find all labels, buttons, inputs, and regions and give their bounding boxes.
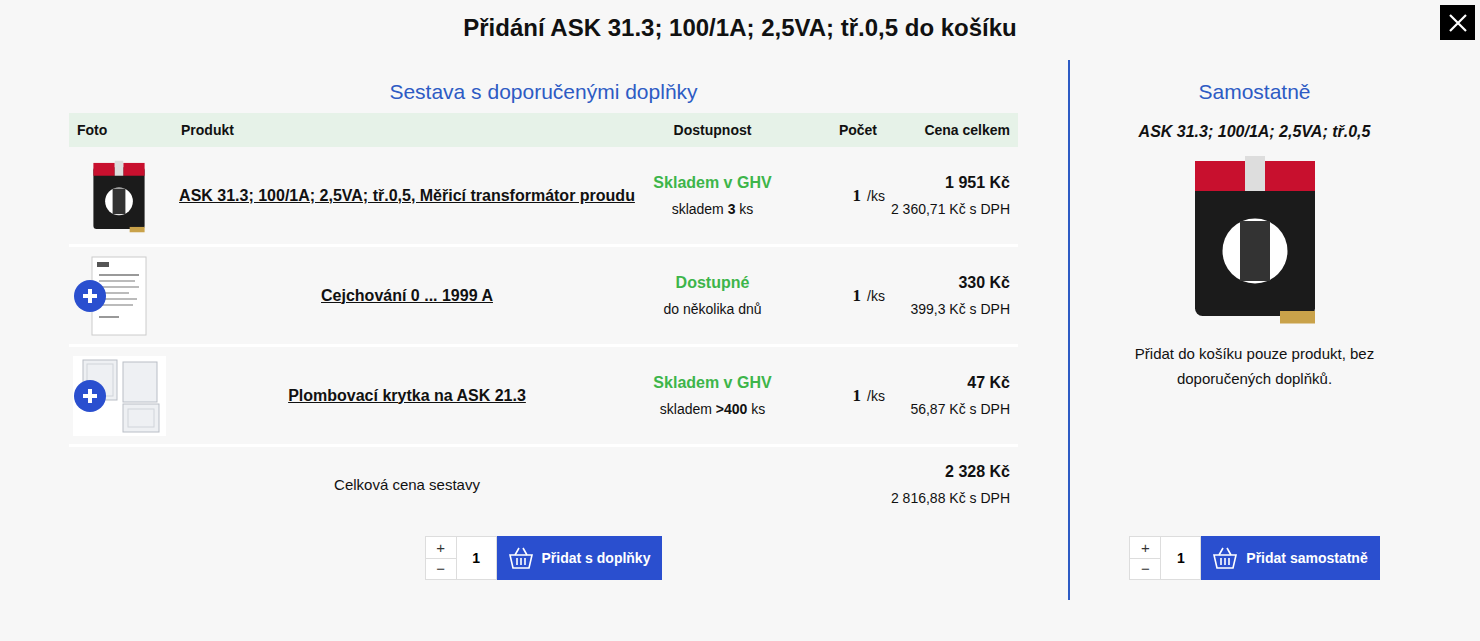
table-row: ASK 31.3; 100/1A; 2,5VA; tř.0,5, Měřicí …: [69, 147, 1018, 247]
availability-status: Skladem v GHV: [645, 170, 780, 196]
product-cell: ASK 31.3; 100/1A; 2,5VA; tř.0,5, Měřicí …: [169, 184, 645, 208]
table-header: FotoProduktDostupnostPočetCena celkem: [69, 113, 1018, 147]
count-unit: /ks: [867, 288, 885, 304]
total-price: 2 328 Kč: [645, 459, 1010, 485]
table-row: Plombovací krytka na ASK 21.3 Skladem v G…: [69, 347, 1018, 447]
price-cell: 47 Kč56,87 Kč s DPH: [885, 370, 1018, 422]
quantity-input[interactable]: [456, 536, 497, 580]
quantity-widget: +− Přidat samostatně: [1129, 536, 1379, 580]
count-unit: /ks: [867, 388, 885, 404]
count-cell: 1/ks: [780, 383, 885, 409]
add-single-label[interactable]: Přidat samostatně: [1246, 548, 1367, 569]
single-product-name: ASK 31.3; 100/1A; 2,5VA; tř.0,5: [1139, 120, 1371, 144]
stock-text: do několika dnů: [663, 301, 761, 317]
product-photo: [69, 147, 169, 244]
single-heading: Samostatně: [1198, 80, 1310, 104]
plus-icon[interactable]: [74, 280, 106, 312]
add-bundle-button[interactable]: Přidat s doplňky: [497, 536, 663, 580]
stock-info: do několika dnů: [645, 296, 780, 322]
basket-icon[interactable]: [509, 547, 533, 569]
plus-icon[interactable]: [74, 380, 106, 412]
quantity-steppers: +−: [425, 536, 456, 580]
count-cell: 1/ks: [780, 283, 885, 309]
add-bundle-label[interactable]: Přidat s doplňky: [542, 548, 651, 569]
column-header: Foto: [69, 120, 169, 141]
table-row: Cejchování 0 ... 1999 A Dostupné do několi…: [69, 247, 1018, 347]
product-photo: [69, 247, 169, 344]
total-price-vat: 2 816,88 Kč s DPH: [645, 485, 1010, 511]
column-header: Produkt: [169, 120, 645, 141]
add-single-button[interactable]: Přidat samostatně: [1201, 536, 1379, 580]
count-value: 1: [853, 386, 862, 405]
product-cell: Plombovací krytka na ASK 21.3: [169, 384, 645, 408]
stock-info: skladem 3 ks: [645, 196, 780, 222]
column-header: Cena celkem: [885, 120, 1018, 141]
availability-cell: Skladem v GHVskladem 3 ks: [645, 170, 780, 222]
price: 47 Kč: [885, 370, 1010, 396]
stock-text: skladem: [660, 401, 712, 417]
increase-button[interactable]: +: [426, 537, 456, 558]
single-panel: Samostatně ASK 31.3; 100/1A; 2,5VA; tř.0,…: [1068, 60, 1439, 600]
quantity-widget: +− Přidat s doplňky: [425, 536, 663, 580]
basket-icon[interactable]: [1213, 547, 1237, 569]
availability-status: Dostupné: [645, 270, 780, 296]
price: 1 951 Kč: [885, 170, 1010, 196]
add-bundle-actions: +− Přidat s doplňky: [69, 536, 1018, 580]
availability-status: Skladem v GHV: [645, 370, 780, 396]
availability-cell: Dostupné do několika dnů: [645, 270, 780, 322]
stock-info: skladem >400 ks: [645, 396, 780, 422]
column-header: Počet: [780, 120, 885, 141]
total-price-cell: 2 328 Kč2 816,88 Kč s DPH: [645, 459, 1018, 511]
stock-text: ks: [751, 401, 765, 417]
bundle-heading: Sestava s doporučenými doplňky: [69, 80, 1018, 104]
quantity-steppers: +−: [1129, 536, 1160, 580]
count-unit: /ks: [867, 188, 885, 204]
count-value: 1: [853, 186, 862, 205]
quantity-input[interactable]: [1160, 536, 1201, 580]
price-vat: 399,3 Kč s DPH: [885, 296, 1010, 322]
count-value: 1: [853, 286, 862, 305]
bundle-panel: Sestava s doporučenými doplňky FotoProduk…: [69, 60, 1018, 600]
price-cell: 330 Kč399,3 Kč s DPH: [885, 270, 1018, 322]
single-note: Přidat do košíku pouze produkt, bez dopo…: [1070, 341, 1439, 391]
price-vat: 56,87 Kč s DPH: [885, 396, 1010, 422]
product-link[interactable]: Cejchování 0 ... 1999 A: [321, 287, 493, 304]
count-cell: 1/ks: [780, 183, 885, 209]
dialog-body: Sestava s doporučenými doplňky FotoProduk…: [0, 60, 1480, 600]
decrease-button[interactable]: −: [1130, 558, 1160, 580]
availability-cell: Skladem v GHVskladem >400 ks: [645, 370, 780, 422]
close-button[interactable]: [1440, 5, 1475, 40]
add-single-actions: +− Přidat samostatně: [1129, 536, 1379, 580]
product-photo: [1180, 146, 1330, 331]
stock-text: >400: [716, 401, 748, 417]
price: 330 Kč: [885, 270, 1010, 296]
increase-button[interactable]: +: [1130, 537, 1160, 558]
dialog-title: Přidání ASK 31.3; 100/1A; 2,5VA; tř.0,5 …: [0, 0, 1480, 44]
product-cell: Cejchování 0 ... 1999 A: [169, 284, 645, 308]
add-to-cart-dialog: Přidání ASK 31.3; 100/1A; 2,5VA; tř.0,5 …: [0, 0, 1480, 641]
decrease-button[interactable]: −: [426, 558, 456, 580]
total-row: Celková cena sestavy2 328 Kč2 816,88 Kč …: [69, 447, 1018, 523]
stock-text: 3: [728, 201, 736, 217]
close-icon[interactable]: [1449, 12, 1467, 33]
price-cell: 1 951 Kč2 360,71 Kč s DPH: [885, 170, 1018, 222]
total-label: Celková cena sestavy: [169, 474, 645, 497]
stock-text: skladem: [672, 201, 724, 217]
stock-text: ks: [739, 201, 753, 217]
price-vat: 2 360,71 Kč s DPH: [885, 196, 1010, 222]
product-link[interactable]: Plombovací krytka na ASK 21.3: [288, 387, 526, 404]
product-link[interactable]: ASK 31.3; 100/1A; 2,5VA; tř.0,5, Měřicí …: [179, 187, 635, 204]
column-header: Dostupnost: [645, 120, 780, 141]
product-photo: [69, 347, 169, 444]
